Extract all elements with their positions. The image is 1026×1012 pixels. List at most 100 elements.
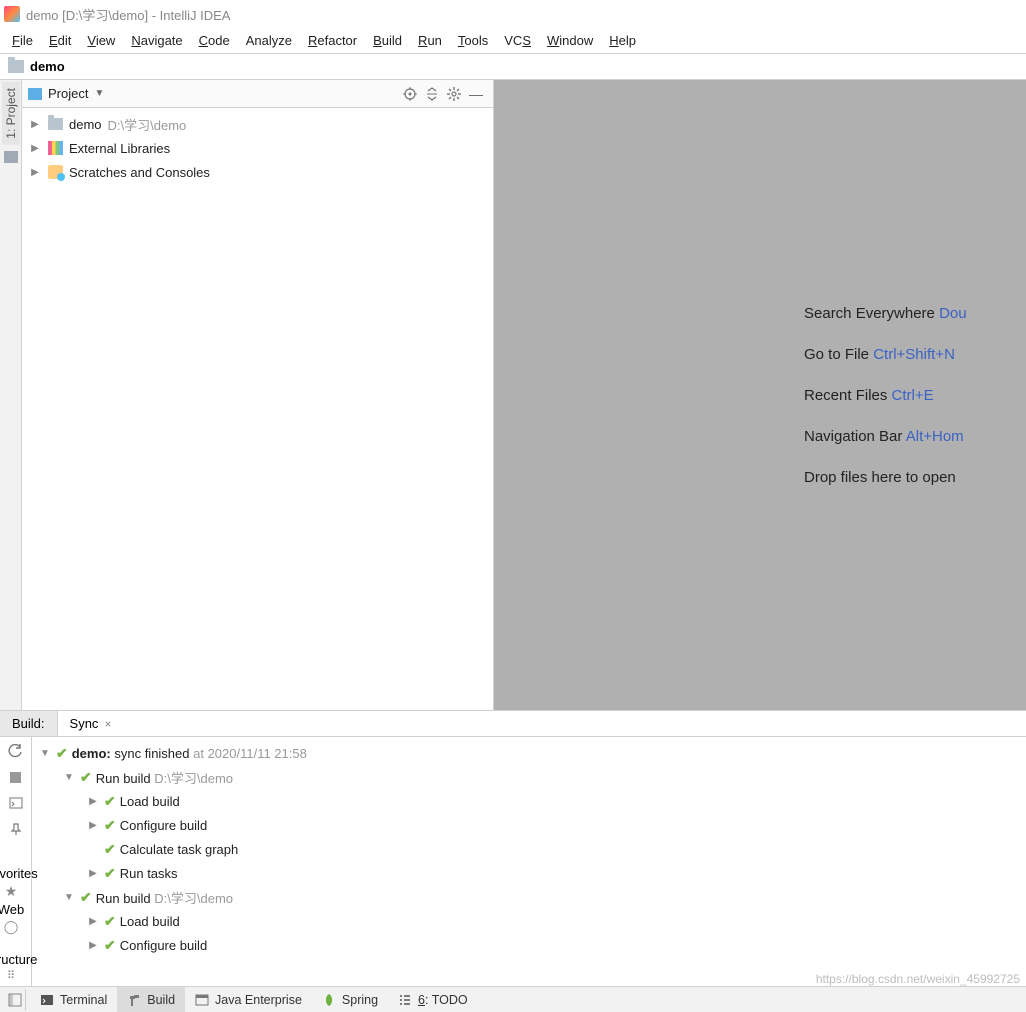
menu-help[interactable]: Help <box>601 30 644 51</box>
star-icon: ★ <box>5 883 18 900</box>
je-icon <box>195 993 209 1007</box>
caret-right-icon[interactable]: ▶ <box>86 868 100 879</box>
build-row[interactable]: ▼✔Run build D:\学习\demo <box>32 885 1026 909</box>
menu-tools[interactable]: Tools <box>450 30 496 51</box>
breadcrumb[interactable]: demo <box>0 54 1026 80</box>
tool-tab-web[interactable]: Web <box>0 902 24 917</box>
tree-item[interactable]: ▶demoD:\学习\demo <box>22 112 493 136</box>
editor-hint: Drop files here to open <box>804 469 1026 486</box>
build-tab-label: Build: <box>12 716 45 731</box>
project-panel: Project ▼ — ▶demoD:\学习\demo▶External Lib… <box>22 80 494 710</box>
build-tabs: Build: Sync × <box>0 711 1026 737</box>
status-item-6-todo[interactable]: 6: TODO <box>388 987 478 1012</box>
menu-navigate[interactable]: Navigate <box>123 30 190 51</box>
menu-code[interactable]: Code <box>191 30 238 51</box>
build-row-text: Load build <box>120 794 180 809</box>
folder-icon <box>8 60 24 73</box>
caret-down-icon[interactable]: ▼ <box>62 772 76 783</box>
menu-build[interactable]: Build <box>365 30 410 51</box>
close-icon[interactable]: × <box>104 717 111 731</box>
build-tab-label: Sync <box>70 716 99 731</box>
status-item-java-enterprise[interactable]: Java Enterprise <box>185 987 312 1012</box>
editor-hint: Search Everywhere Dou <box>804 305 1026 322</box>
window-title: demo [D:\学习\demo] - IntelliJ IDEA <box>26 5 230 24</box>
status-item-spring[interactable]: Spring <box>312 987 388 1012</box>
caret-right-icon[interactable]: ▶ <box>86 940 100 951</box>
caret-down-icon[interactable]: ▼ <box>62 892 76 903</box>
chevron-down-icon[interactable]: ▼ <box>94 88 104 99</box>
caret-right-icon[interactable]: ▶ <box>86 820 100 831</box>
build-panel: Build: Sync × ▼ ✔ demo: sync finished at 202… <box>0 710 1026 1010</box>
tree-item[interactable]: ▶ External Libraries <box>22 136 493 160</box>
build-row[interactable]: ▶✔Configure build <box>32 813 1026 837</box>
project-panel-title[interactable]: Project <box>48 86 88 101</box>
tree-item[interactable]: ▶ Scratches and Consoles <box>22 160 493 184</box>
build-row[interactable]: ▼✔demo: sync finished at 2020/11/11 21:5… <box>32 741 1026 765</box>
expand-all-icon[interactable] <box>421 83 443 105</box>
tree-item-label: demo <box>69 117 102 132</box>
editor-empty-state: Search Everywhere DouGo to File Ctrl+Shi… <box>494 80 1026 710</box>
tool-tab-favorites[interactable]: 2: Favorites <box>0 851 38 881</box>
titlebar: demo [D:\学习\demo] - IntelliJ IDEA <box>0 0 1026 28</box>
terminal-icon <box>40 993 54 1007</box>
gear-icon[interactable] <box>443 83 465 105</box>
project-tree: ▶demoD:\学习\demo▶External Libraries▶Scrat… <box>22 108 493 188</box>
caret-down-icon[interactable]: ▼ <box>38 748 52 759</box>
check-icon: ✔ <box>80 889 92 906</box>
menu-window[interactable]: Window <box>539 30 601 51</box>
tree-item-label: Scratches and Consoles <box>69 165 210 180</box>
menu-file[interactable]: File <box>4 30 41 51</box>
folder-icon <box>4 151 18 163</box>
build-tree: ▼ ✔ demo: sync finished at 2020/11/11 21:5… <box>32 737 1026 1010</box>
status-item-label: Spring <box>342 993 378 1007</box>
tool-tab-project[interactable]: 1: Project <box>2 82 20 145</box>
build-row[interactable]: ▶✔Configure build <box>32 933 1026 957</box>
build-tab[interactable]: Build: <box>0 711 58 736</box>
tool-tab-structure[interactable]: 7: Structure <box>0 937 37 967</box>
caret-right-icon[interactable]: ▶ <box>86 796 100 807</box>
check-icon: ✔ <box>104 913 116 930</box>
build-row[interactable]: ✔Calculate task graph <box>32 837 1026 861</box>
stop-icon[interactable] <box>6 767 26 787</box>
globe-icon: ◯ <box>4 919 19 935</box>
folder-icon <box>48 118 63 130</box>
check-icon: ✔ <box>104 865 116 882</box>
status-item-label: 6: TODO <box>418 993 468 1007</box>
hide-icon[interactable]: — <box>465 83 487 105</box>
status-item-build[interactable]: Build <box>117 987 185 1012</box>
build-row-text: Run tasks <box>120 866 178 881</box>
scratch-icon <box>48 165 63 179</box>
menu-analyze[interactable]: Analyze <box>238 30 300 51</box>
console-icon[interactable] <box>6 793 26 813</box>
menu-refactor[interactable]: Refactor <box>300 30 365 51</box>
left-gutter: 1: Project <box>0 80 22 710</box>
check-icon: ✔ <box>104 817 116 834</box>
todo-icon <box>398 993 412 1007</box>
build-row[interactable]: ▶ ✔ Run tasks <box>32 861 1026 885</box>
menu-vcs[interactable]: VCS <box>496 30 539 51</box>
build-row[interactable]: ▼ ✔Run build D:\学习\demo <box>32 765 1026 789</box>
build-tab[interactable]: Sync × <box>58 711 124 736</box>
check-icon: ✔ <box>80 769 92 786</box>
build-row-text: Run build D:\学习\demo <box>96 768 233 787</box>
caret-right-icon[interactable]: ▶ <box>28 143 42 154</box>
menu-view[interactable]: View <box>79 30 123 51</box>
build-row[interactable]: ▶✔Load build <box>32 789 1026 813</box>
locate-icon[interactable] <box>399 83 421 105</box>
pin-icon[interactable] <box>6 819 26 839</box>
statusbar: TerminalBuildJava Enterprise Spring 6: TOD… <box>0 986 1026 1012</box>
build-row-text: demo: sync finished at 2020/11/11 21:58 <box>72 746 307 761</box>
structure-icon: ⠿ <box>7 969 15 982</box>
status-item-terminal[interactable]: Terminal <box>30 987 117 1012</box>
caret-right-icon[interactable]: ▶ <box>28 119 42 130</box>
refresh-icon[interactable] <box>6 741 26 761</box>
menu-run[interactable]: Run <box>410 30 450 51</box>
caret-right-icon[interactable]: ▶ <box>86 916 100 927</box>
statusbar-corner-icon[interactable] <box>4 989 26 1011</box>
build-row-text: Configure build <box>120 938 207 953</box>
build-row[interactable]: ▶✔Load build <box>32 909 1026 933</box>
tree-item-label: External Libraries <box>69 141 170 156</box>
menu-edit[interactable]: Edit <box>41 30 79 51</box>
caret-right-icon[interactable]: ▶ <box>28 167 42 178</box>
app-icon <box>4 6 20 22</box>
